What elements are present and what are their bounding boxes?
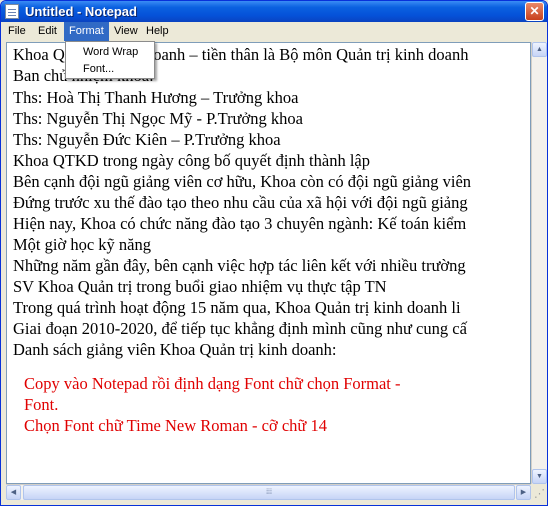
resize-grip[interactable]	[531, 484, 547, 500]
window-title: Untitled - Notepad	[25, 4, 137, 19]
text-line: Giai đoạn 2010-2020, để tiếp tục khẳng đ…	[13, 319, 467, 338]
text-line: Ths: Hoà Thị Thanh Hương – Trưởng khoa	[13, 88, 299, 107]
close-icon: ✕	[529, 4, 540, 18]
text-line: Bên cạnh đội ngũ giảng viên cơ hữu, Khoa…	[13, 172, 472, 191]
instruction-line: Chọn Font chữ Time New Roman - cỡ chữ 14	[24, 416, 327, 435]
text-line: Đứng trước xu thế đào tạo theo nhu cầu c…	[13, 193, 468, 212]
text-line: Ths: Nguyễn Thị Ngọc Mỹ - P.Trưởng khoa	[13, 109, 303, 128]
text-line: Những năm gần đây, bên cạnh việc hợp tác…	[13, 256, 466, 275]
scroll-up-button[interactable]: ▲	[532, 42, 547, 57]
horizontal-scroll-thumb[interactable]: ⁞⁞⁞	[23, 485, 515, 500]
format-dropdown-menu: Word Wrap Font...	[65, 41, 155, 79]
vertical-scrollbar[interactable]: ▲ ▼	[531, 42, 547, 484]
text-line: Ths: Nguyễn Đức Kiên – P.Trưởng khoa	[13, 130, 281, 149]
menu-bar: File Edit Format View Help	[1, 22, 547, 41]
text-line: Danh sách giảng viên Khoa Quản trị kinh …	[13, 340, 337, 359]
text-line: Khoa QTKD trong ngày công bố quyết định …	[13, 151, 370, 170]
arrow-right-icon: ▶	[520, 489, 527, 496]
scroll-left-button[interactable]: ◀	[6, 485, 21, 500]
menu-item-word-wrap[interactable]: Word Wrap	[68, 44, 152, 61]
arrow-left-icon: ◀	[10, 489, 17, 496]
grip-icon: ⁞⁞⁞	[266, 489, 272, 496]
menu-format[interactable]: Format	[64, 22, 109, 41]
menu-help[interactable]: Help	[141, 22, 174, 41]
text-line: Trong quá trình hoạt động 15 năm qua, Kh…	[13, 298, 461, 317]
title-bar[interactable]: Untitled - Notepad ✕	[1, 1, 547, 22]
menu-file[interactable]: File	[3, 22, 31, 41]
text-line: SV Khoa Quản trị trong buổi giao nhiệm v…	[13, 277, 387, 296]
text-line: Một giờ học kỹ năng	[13, 235, 151, 254]
close-button[interactable]: ✕	[525, 2, 544, 21]
text-editor[interactable]: Khoa Quản trị kinh doanh – tiền thân là …	[6, 42, 531, 484]
notepad-window: Untitled - Notepad ✕ File Edit Format Vi…	[0, 0, 548, 506]
instruction-line: Copy vào Notepad rồi định dạng Font chữ …	[24, 374, 401, 393]
menu-edit[interactable]: Edit	[33, 22, 62, 41]
scroll-right-button[interactable]: ▶	[516, 485, 531, 500]
instruction-line: Font.	[24, 395, 59, 414]
menu-item-font[interactable]: Font...	[68, 61, 152, 78]
text-line: Hiện nay, Khoa có chức năng đào tạo 3 ch…	[13, 214, 467, 233]
horizontal-scrollbar[interactable]: ◀ ⁞⁞⁞ ▶	[6, 484, 531, 500]
notepad-icon[interactable]	[5, 4, 19, 19]
arrow-down-icon: ▼	[536, 473, 543, 480]
arrow-up-icon: ▲	[536, 46, 543, 53]
menu-view[interactable]: View	[109, 22, 143, 41]
scroll-down-button[interactable]: ▼	[532, 469, 547, 484]
